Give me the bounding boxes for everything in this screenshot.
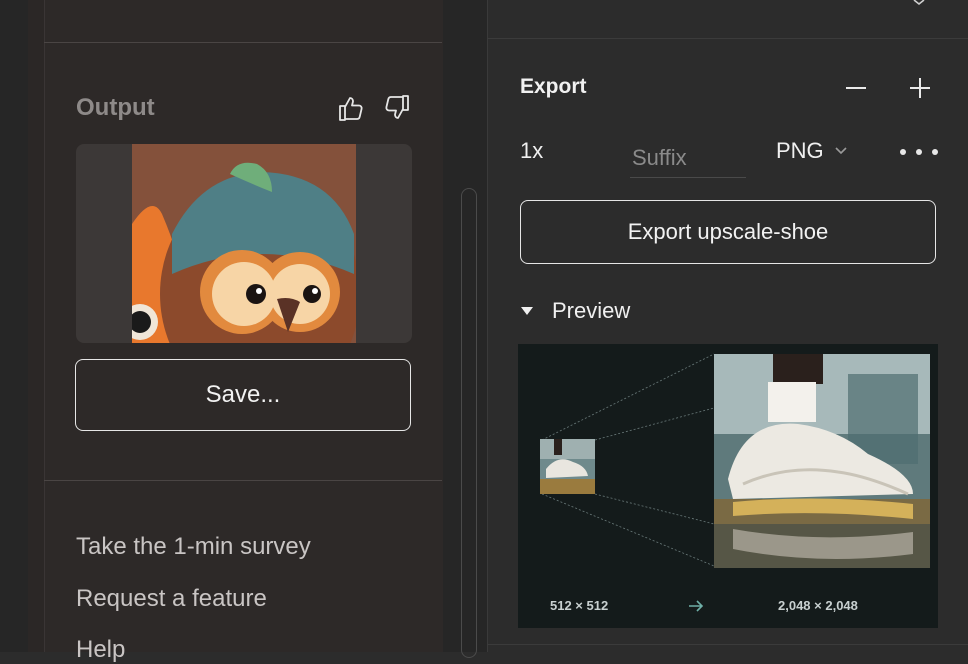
suffix-input[interactable] [630, 138, 746, 178]
source-size-label: 512 × 512 [550, 598, 609, 613]
preview-graphic [540, 353, 930, 612]
large-shoe-image [714, 354, 930, 568]
plugin-panel-edge [28, 0, 44, 652]
preview-label: Preview [552, 298, 631, 323]
request-feature-link[interactable]: Request a feature [76, 585, 267, 613]
divider [487, 38, 968, 39]
output-image-frame [76, 144, 412, 343]
dot [916, 149, 922, 155]
more-options-icon[interactable] [900, 140, 938, 164]
save-button[interactable]: Save... [75, 359, 411, 431]
help-link[interactable]: Help [76, 636, 125, 664]
output-owl-image [132, 144, 356, 343]
small-shoe-thumbnail [540, 439, 595, 494]
divider [44, 480, 442, 481]
dot [932, 149, 938, 155]
chevron-down-icon[interactable] [912, 0, 926, 6]
survey-link[interactable]: Take the 1-min survey [76, 533, 311, 561]
output-title: Output [76, 94, 155, 121]
arrow-right-icon [689, 600, 704, 612]
export-button[interactable]: Export upscale-shoe [520, 200, 936, 264]
export-scale-field[interactable]: 1x [520, 138, 543, 164]
scrollbar[interactable] [461, 188, 477, 658]
export-section-title: Export [520, 75, 587, 98]
chevron-down-icon [835, 147, 847, 155]
caret-down-icon [521, 307, 533, 315]
export-preview: 512 × 512 2,048 × 2,048 [518, 344, 938, 628]
thumbs-down-icon[interactable] [382, 93, 412, 123]
minus-icon[interactable] [842, 74, 870, 102]
dot [900, 149, 906, 155]
thumbs-up-icon[interactable] [336, 93, 366, 123]
divider [487, 644, 968, 645]
divider [44, 42, 442, 43]
format-value: PNG [776, 138, 824, 163]
format-select[interactable]: PNG [776, 138, 848, 164]
target-size-label: 2,048 × 2,048 [778, 598, 858, 613]
preview-toggle[interactable]: Preview [520, 298, 630, 324]
plus-icon[interactable] [906, 74, 934, 102]
canvas-edge [0, 0, 28, 652]
